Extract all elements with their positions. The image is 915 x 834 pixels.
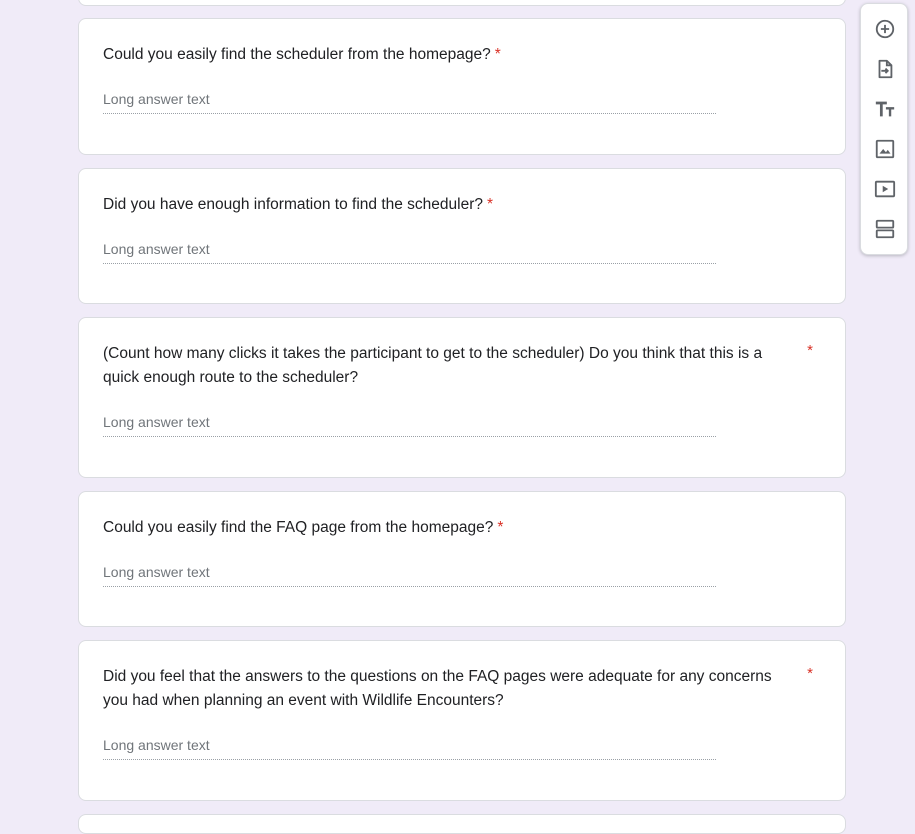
- floating-toolbar: [860, 3, 908, 255]
- required-asterisk: *: [807, 665, 813, 682]
- question-title: Could you easily find the scheduler from…: [103, 43, 791, 67]
- required-asterisk: *: [807, 342, 813, 359]
- question-card-1[interactable]: Could you easily find the scheduler from…: [78, 18, 846, 155]
- question-text: Could you easily find the scheduler from…: [103, 46, 491, 63]
- answer-placeholder: Long answer text: [103, 564, 210, 580]
- add-title-button[interactable]: [873, 97, 897, 121]
- add-circle-icon: [875, 19, 895, 39]
- question-card-2[interactable]: Did you have enough information to find …: [78, 168, 846, 304]
- answer-placeholder: Long answer text: [103, 737, 210, 753]
- answer-placeholder: Long answer text: [103, 91, 210, 107]
- video-icon: [874, 180, 896, 198]
- long-answer-field[interactable]: Long answer text: [103, 239, 716, 264]
- required-asterisk: *: [497, 519, 504, 536]
- long-answer-field[interactable]: Long answer text: [103, 562, 716, 587]
- question-title: Did you have enough information to find …: [103, 193, 791, 217]
- question-title: Did you feel that the answers to the que…: [103, 668, 772, 709]
- long-answer-field[interactable]: Long answer text: [103, 735, 716, 760]
- add-section-button[interactable]: [873, 217, 897, 241]
- add-video-button[interactable]: [873, 177, 897, 201]
- import-questions-icon: [878, 59, 893, 79]
- question-title: Could you easily find the FAQ page from …: [103, 516, 791, 540]
- question-card-4[interactable]: Could you easily find the FAQ page from …: [78, 491, 846, 627]
- long-answer-field[interactable]: Long answer text: [103, 89, 716, 114]
- long-answer-field[interactable]: Long answer text: [103, 412, 716, 437]
- question-text: Did you have enough information to find …: [103, 196, 483, 213]
- section-icon: [875, 219, 895, 239]
- question-card-partial-top[interactable]: [78, 0, 846, 6]
- import-questions-button[interactable]: [873, 57, 897, 81]
- add-question-button[interactable]: [873, 17, 897, 41]
- question-title: (Count how many clicks it takes the part…: [103, 345, 763, 386]
- title-text-icon: [875, 101, 895, 117]
- question-text: Could you easily find the FAQ page from …: [103, 519, 494, 536]
- question-card-5[interactable]: Did you feel that the answers to the que…: [78, 640, 846, 801]
- question-card-3[interactable]: (Count how many clicks it takes the part…: [78, 317, 846, 478]
- add-image-button[interactable]: [873, 137, 897, 161]
- required-asterisk: *: [494, 46, 501, 63]
- answer-placeholder: Long answer text: [103, 414, 210, 430]
- required-asterisk: *: [487, 196, 494, 213]
- answer-placeholder: Long answer text: [103, 241, 210, 257]
- question-card-partial-bottom[interactable]: [78, 814, 846, 834]
- image-icon: [875, 139, 895, 159]
